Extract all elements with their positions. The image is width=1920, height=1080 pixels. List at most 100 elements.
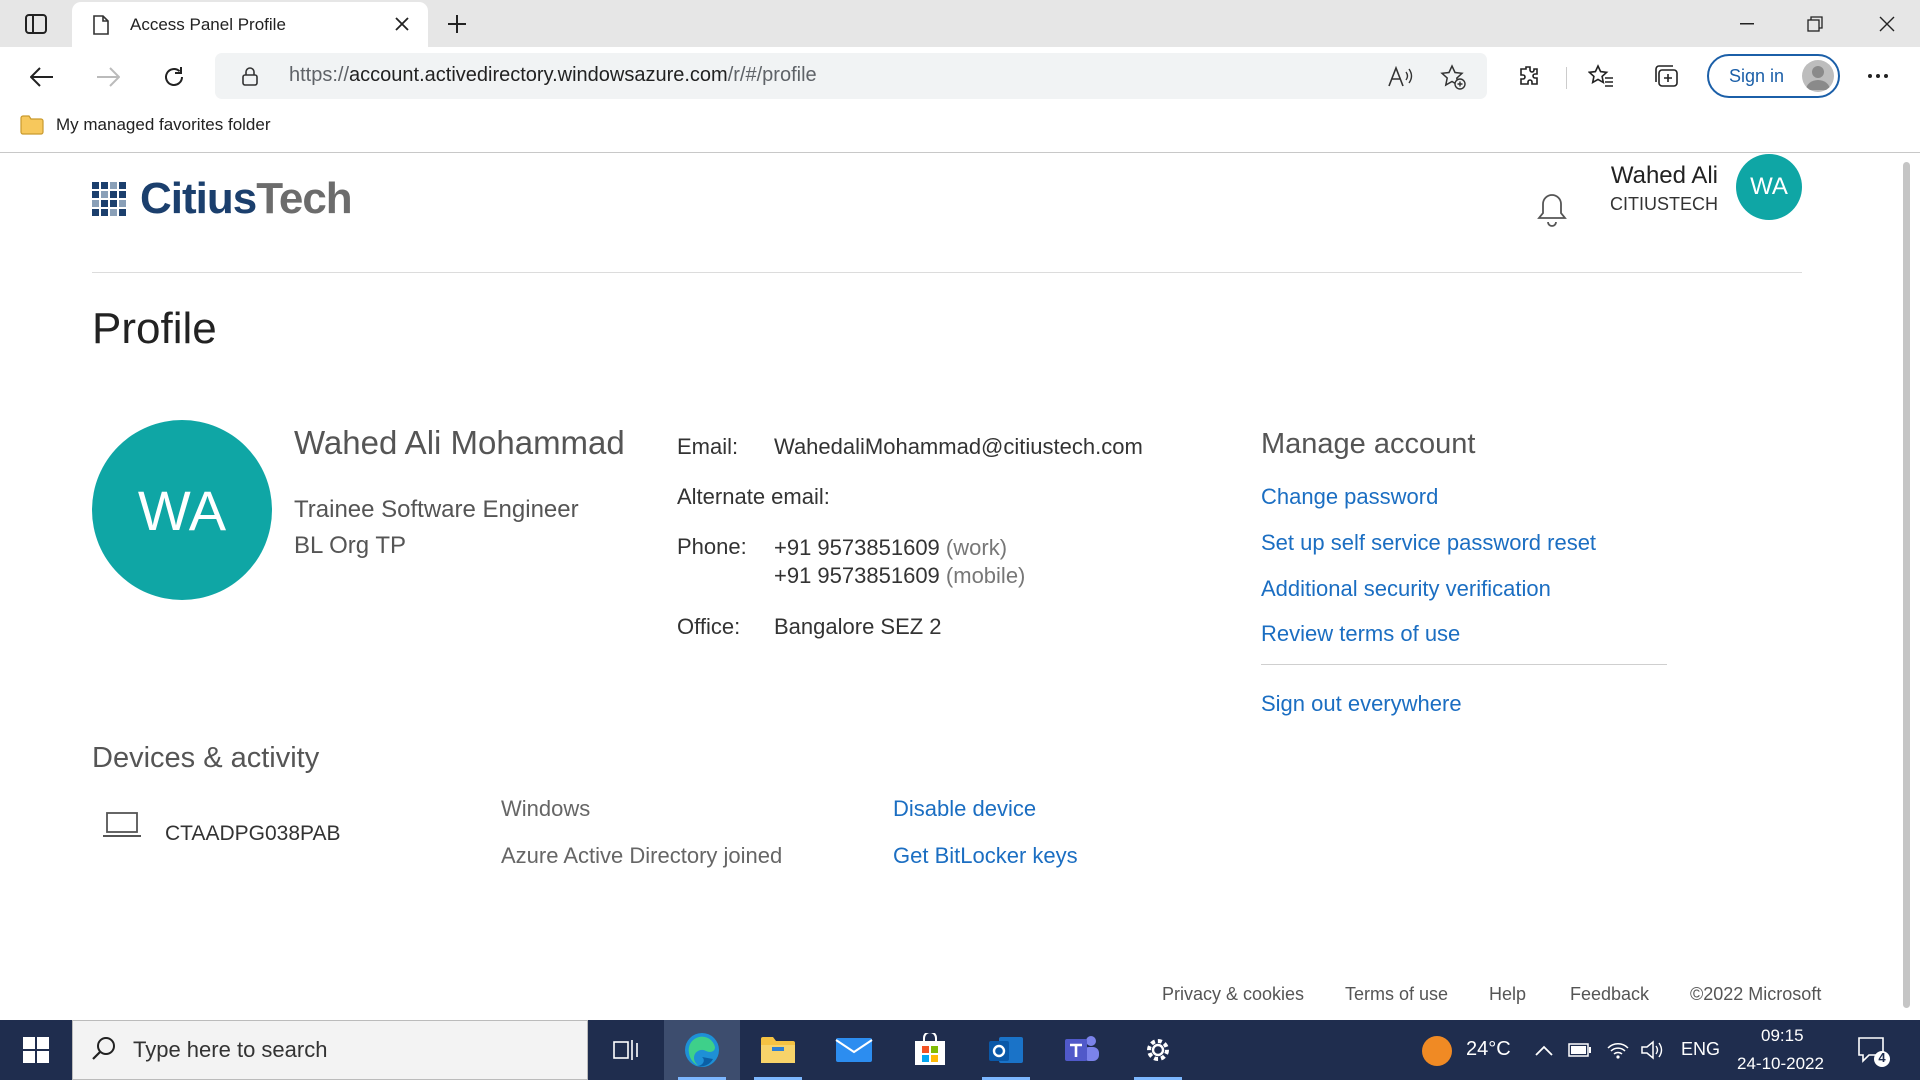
devices-activity-heading: Devices & activity: [92, 742, 320, 774]
weather-icon[interactable]: [1422, 1036, 1452, 1066]
forward-icon[interactable]: [90, 59, 126, 95]
profile-department: BL Org TP: [294, 532, 407, 559]
office-label: Office:: [677, 614, 741, 639]
collections-icon[interactable]: [1650, 60, 1684, 92]
sign-in-label: Sign in: [1729, 65, 1785, 86]
notification-center-icon[interactable]: 4: [1856, 1034, 1890, 1068]
footer-privacy-link[interactable]: Privacy & cookies: [1162, 984, 1304, 1005]
phone-work-number: +91 9573851609: [774, 535, 940, 560]
microsoft-store-taskbar-icon[interactable]: [892, 1020, 968, 1080]
taskbar-search-box[interactable]: Type here to search: [72, 1020, 588, 1080]
self-service-password-reset-link[interactable]: Set up self service password reset: [1261, 530, 1596, 556]
add-favorite-icon[interactable]: [1439, 63, 1467, 91]
managed-favorites-folder[interactable]: My managed favorites folder: [20, 115, 271, 135]
edge-browser-taskbar-icon[interactable]: [664, 1020, 740, 1080]
folder-icon: [20, 115, 44, 135]
phone-label: Phone:: [677, 534, 747, 559]
more-options-icon[interactable]: [1860, 61, 1896, 91]
read-aloud-icon[interactable]: [1385, 64, 1415, 90]
footer-help-link[interactable]: Help: [1489, 984, 1526, 1005]
favorites-bar: My managed favorites folder: [0, 105, 1920, 153]
page-title: Profile: [92, 304, 217, 353]
sign-out-everywhere-link[interactable]: Sign out everywhere: [1261, 691, 1462, 717]
review-terms-of-use-link[interactable]: Review terms of use: [1261, 621, 1460, 647]
email-value: WahedaliMohammad@citiustech.com: [774, 434, 1143, 459]
minimize-icon[interactable]: [1714, 0, 1780, 47]
volume-icon[interactable]: [1640, 1038, 1664, 1062]
browser-tab-strip: Access Panel Profile: [0, 0, 1920, 47]
lock-icon[interactable]: [241, 66, 259, 91]
device-name: CTAADPG038PAB: [165, 822, 341, 845]
footer-feedback-link[interactable]: Feedback: [1570, 984, 1649, 1005]
device-os: Windows: [501, 796, 591, 821]
tab-access-panel-profile[interactable]: Access Panel Profile: [72, 2, 428, 47]
input-language[interactable]: ENG: [1681, 1039, 1720, 1060]
weather-temperature[interactable]: 24°C: [1466, 1038, 1511, 1061]
phone-work-type: (work): [945, 535, 1008, 560]
get-bitlocker-keys-link[interactable]: Get BitLocker keys: [893, 843, 1078, 869]
alternate-email-label: Alternate email:: [677, 484, 830, 509]
task-view-icon[interactable]: [588, 1020, 664, 1080]
office-value: Bangalore SEZ 2: [774, 614, 942, 639]
profile-avatar: WA: [92, 420, 272, 600]
logo-text-tech: Tech: [256, 174, 352, 223]
email-label: Email:: [677, 434, 739, 459]
profile-avatar-icon: [1802, 60, 1834, 92]
clock-date[interactable]: 24-10-2022: [1737, 1054, 1824, 1074]
profile-job-title: Trainee Software Engineer: [294, 496, 579, 523]
windows-taskbar: Type here to search 24°C ENG 09:15 24-10…: [0, 1020, 1920, 1080]
url-scheme: https://: [289, 64, 350, 86]
wifi-icon[interactable]: [1606, 1038, 1630, 1062]
new-tab-button[interactable]: [440, 8, 474, 40]
teams-taskbar-icon[interactable]: [1044, 1020, 1120, 1080]
windows-logo-icon: [23, 1037, 49, 1063]
file-explorer-taskbar-icon[interactable]: [740, 1020, 816, 1080]
url-text[interactable]: https://account.activedirectory.windowsa…: [289, 64, 817, 87]
close-tab-icon[interactable]: [390, 12, 414, 36]
manage-divider: [1261, 664, 1667, 665]
page-scrollbar[interactable]: [1903, 162, 1910, 1008]
footer-terms-link[interactable]: Terms of use: [1345, 984, 1448, 1005]
search-icon: [91, 1035, 117, 1066]
show-hidden-icons-chevron-icon[interactable]: [1532, 1038, 1556, 1062]
company-logo[interactable]: CitiusTech: [92, 174, 353, 224]
page-content: CitiusTech Wahed Ali CITIUSTECH WA Profi…: [0, 154, 1920, 1020]
logo-mark: [92, 182, 126, 216]
disable-device-link[interactable]: Disable device: [893, 796, 1036, 822]
additional-security-verification-link[interactable]: Additional security verification: [1261, 576, 1551, 602]
device-join-type: Azure Active Directory joined: [501, 843, 783, 868]
sign-in-button[interactable]: Sign in: [1707, 54, 1840, 98]
back-icon[interactable]: [24, 59, 60, 95]
header-avatar[interactable]: WA: [1736, 154, 1802, 220]
settings-taskbar-icon[interactable]: [1120, 1020, 1196, 1080]
url-path: /r/#/profile: [727, 64, 817, 86]
change-password-link[interactable]: Change password: [1261, 484, 1438, 510]
url-host: account.activedirectory.windowsazure.com: [349, 64, 728, 86]
favorites-icon[interactable]: [1584, 60, 1618, 92]
header-user-name: Wahed Ali: [1610, 162, 1718, 189]
laptop-icon: [102, 811, 142, 844]
header-user-info[interactable]: Wahed Ali CITIUSTECH: [1610, 162, 1718, 215]
notifications-bell-icon[interactable]: [1536, 192, 1568, 233]
outlook-taskbar-icon[interactable]: [968, 1020, 1044, 1080]
phone-work: +91 9573851609 (work): [774, 535, 1007, 561]
mail-taskbar-icon[interactable]: [816, 1020, 892, 1080]
header-divider: [92, 272, 1802, 273]
refresh-icon[interactable]: [156, 59, 192, 95]
header-user-org: CITIUSTECH: [1610, 194, 1718, 214]
battery-icon[interactable]: [1568, 1038, 1592, 1062]
restore-icon[interactable]: [1782, 0, 1848, 47]
close-window-icon[interactable]: [1854, 0, 1920, 47]
extensions-icon[interactable]: [1512, 60, 1546, 92]
logo-text-citius: Citius: [140, 174, 257, 223]
toolbar-divider: [1566, 67, 1567, 89]
clock-time[interactable]: 09:15: [1761, 1026, 1804, 1046]
profile-full-name: Wahed Ali Mohammad: [294, 424, 625, 461]
page-icon: [90, 14, 112, 36]
footer-copyright: ©2022 Microsoft: [1690, 984, 1822, 1004]
address-bar[interactable]: https://account.activedirectory.windowsa…: [215, 53, 1487, 99]
tab-actions-icon[interactable]: [16, 9, 56, 39]
phone-mobile-number: +91 9573851609: [774, 563, 940, 588]
taskbar-search-placeholder: Type here to search: [133, 1037, 328, 1062]
start-button[interactable]: [0, 1020, 72, 1080]
